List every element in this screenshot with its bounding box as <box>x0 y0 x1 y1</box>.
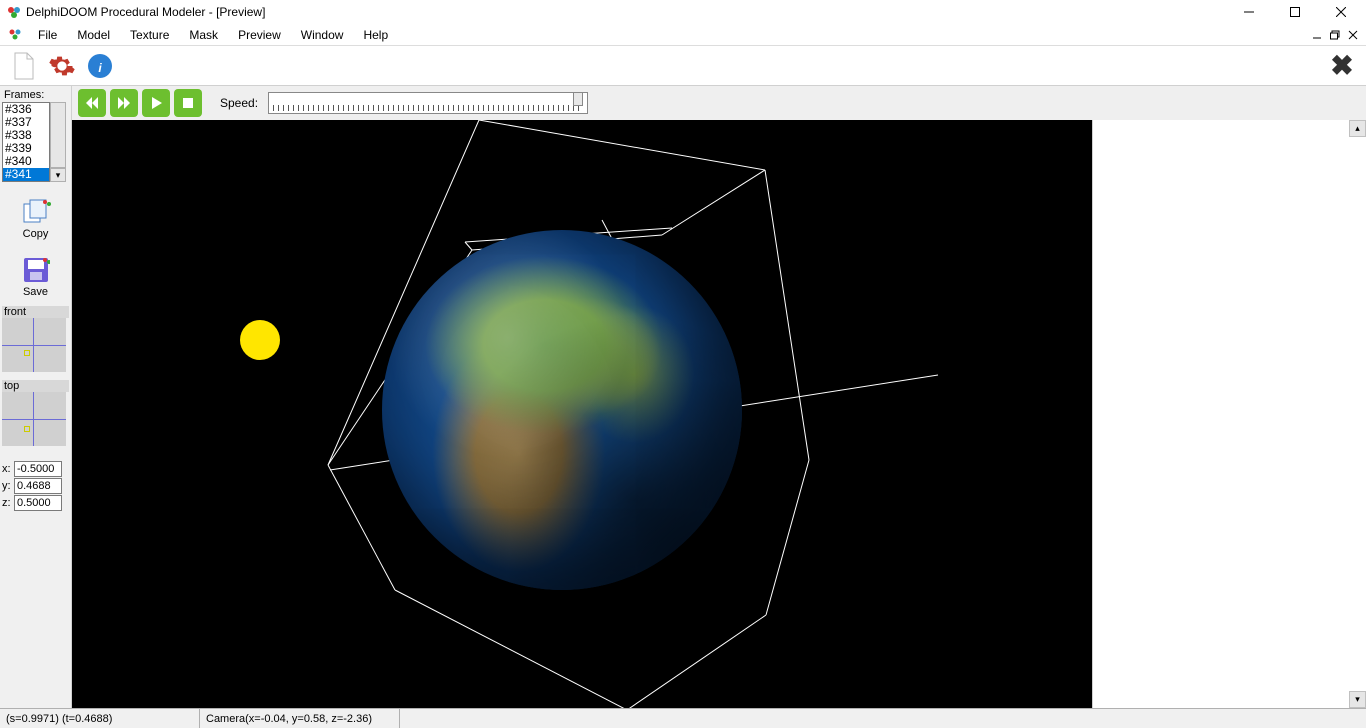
3d-viewport[interactable] <box>72 120 1092 708</box>
mdi-minimize-button[interactable] <box>1309 27 1325 43</box>
fast-forward-button[interactable] <box>110 89 138 117</box>
x-label: x: <box>2 463 14 475</box>
scroll-down-button[interactable]: ▾ <box>1349 691 1366 708</box>
status-st: (s=0.9971) (t=0.4688) <box>0 709 200 728</box>
scroll-up-button[interactable]: ▴ <box>1349 120 1366 137</box>
minimize-button[interactable] <box>1226 0 1272 24</box>
frames-listbox[interactable]: #336#337#338#339#340#341 <box>2 102 50 182</box>
mdi-restore-button[interactable] <box>1327 27 1343 43</box>
rewind-button[interactable] <box>78 89 106 117</box>
playbar: Speed: <box>72 86 1366 120</box>
new-document-button[interactable] <box>8 50 40 82</box>
earth-model <box>382 230 742 590</box>
right-panel: ▴ ▾ <box>1092 120 1366 708</box>
y-label: y: <box>2 480 14 492</box>
menu-preview[interactable]: Preview <box>228 26 291 44</box>
app-icon <box>6 4 22 20</box>
front-view-thumb[interactable]: front <box>2 306 69 372</box>
window-title: DelphiDOOM Procedural Modeler - [Preview… <box>26 5 265 19</box>
coordinates-panel: x: y: z: <box>2 460 69 512</box>
statusbar: (s=0.9971) (t=0.4688) Camera(x=-0.04, y=… <box>0 708 1366 728</box>
menubar: File Model Texture Mask Preview Window H… <box>0 24 1366 46</box>
panel-close-button[interactable]: ✖ <box>1326 50 1358 82</box>
y-input[interactable] <box>14 478 62 494</box>
copy-button[interactable]: Copy <box>2 198 69 240</box>
z-input[interactable] <box>14 495 62 511</box>
z-label: z: <box>2 497 14 509</box>
sidebar: Frames: #336#337#338#339#340#341 ▾ Copy … <box>0 86 72 708</box>
settings-button[interactable] <box>46 50 78 82</box>
speed-label: Speed: <box>220 96 258 110</box>
save-button[interactable]: Save <box>2 256 69 298</box>
top-view-thumb[interactable]: top <box>2 380 69 446</box>
play-button[interactable] <box>142 89 170 117</box>
menu-model[interactable]: Model <box>67 26 120 44</box>
mdi-close-button[interactable] <box>1345 27 1361 43</box>
close-button[interactable] <box>1318 0 1364 24</box>
speed-slider-thumb[interactable] <box>573 92 583 106</box>
light-gizmo[interactable] <box>240 320 280 360</box>
frames-label: Frames: <box>2 88 69 102</box>
frames-dropdown-button[interactable]: ▾ <box>50 168 66 182</box>
top-view-caption: top <box>2 380 69 392</box>
menu-help[interactable]: Help <box>353 26 398 44</box>
status-camera: Camera(x=-0.04, y=0.58, z=-2.36) <box>200 709 400 728</box>
info-button[interactable]: i <box>84 50 116 82</box>
x-input[interactable] <box>14 461 62 477</box>
app-icon-small <box>8 27 24 43</box>
titlebar: DelphiDOOM Procedural Modeler - [Preview… <box>0 0 1366 24</box>
maximize-button[interactable] <box>1272 0 1318 24</box>
speed-slider[interactable] <box>268 92 588 114</box>
save-label: Save <box>23 286 48 298</box>
menu-mask[interactable]: Mask <box>179 26 228 44</box>
frames-scrollbar[interactable] <box>50 102 66 168</box>
toolbar: i ✖ <box>0 46 1366 86</box>
main-panel: Speed: <box>72 86 1366 708</box>
status-empty <box>400 709 1366 728</box>
menu-file[interactable]: File <box>28 26 67 44</box>
front-view-caption: front <box>2 306 69 318</box>
frame-item[interactable]: #341 <box>3 168 49 181</box>
menu-texture[interactable]: Texture <box>120 26 179 44</box>
copy-label: Copy <box>23 228 49 240</box>
menu-window[interactable]: Window <box>291 26 354 44</box>
stop-button[interactable] <box>174 89 202 117</box>
